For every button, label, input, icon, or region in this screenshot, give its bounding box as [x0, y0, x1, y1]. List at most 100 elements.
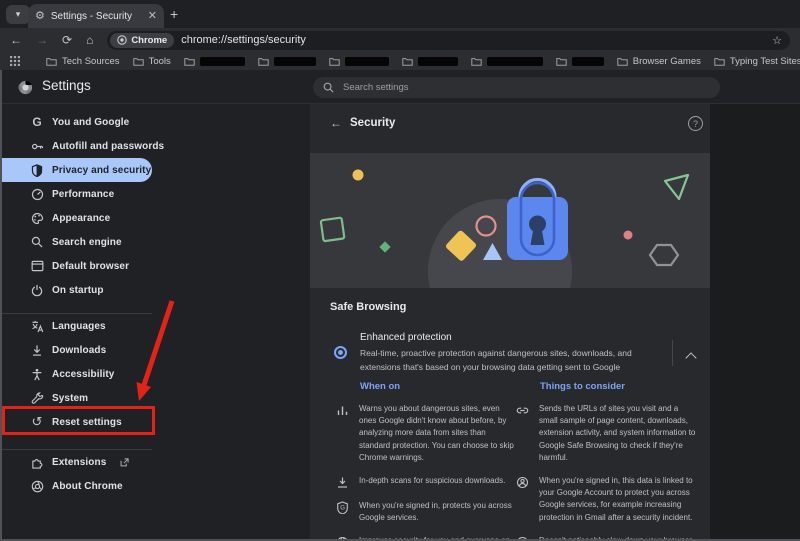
bookmark-folder[interactable]: Tools — [133, 56, 171, 67]
bookmark-folder-redacted[interactable] — [258, 57, 316, 66]
things-to-consider-column: Things to consider Sends the URLs of sit… — [516, 381, 708, 541]
browser-window-icon — [30, 259, 44, 273]
chrome-logo-icon — [18, 80, 33, 95]
sidebar-item-performance[interactable]: Performance — [0, 182, 152, 206]
chrome-logo-icon — [117, 35, 127, 45]
bookmark-folder[interactable]: Typing Test Sites — [714, 56, 800, 67]
collapse-chevron-icon[interactable] — [685, 352, 696, 363]
power-icon — [30, 283, 44, 297]
tab-strip: ▾ ⚙ Settings - Security ✕ + — [0, 0, 800, 28]
apps-grid-icon[interactable] — [10, 56, 20, 66]
chrome-chip[interactable]: Chrome — [110, 33, 174, 48]
page-background — [710, 104, 800, 541]
folder-icon — [329, 57, 340, 66]
chrome-logo-icon — [30, 479, 44, 493]
list-item: G When you're signed in, protects you ac… — [336, 500, 526, 524]
google-g-icon: G — [30, 115, 44, 129]
new-tab-button[interactable]: + — [170, 6, 178, 22]
security-illustration-banner — [310, 153, 710, 288]
reload-icon[interactable]: ⟳ — [62, 34, 72, 46]
folder-icon — [133, 57, 144, 66]
enhanced-protection-description: Real-time, proactive protection against … — [360, 346, 672, 374]
magnifier-icon — [30, 235, 44, 249]
security-page-header: ← Security ? — [310, 104, 710, 145]
tab-search-button[interactable]: ▾ — [6, 5, 30, 24]
folder-icon — [184, 57, 195, 66]
enhanced-protection-title: Enhanced protection — [360, 332, 452, 343]
folder-icon — [46, 57, 57, 66]
bookmarks-bar: Tech Sources Tools — [0, 52, 800, 70]
help-icon[interactable]: ? — [688, 116, 703, 131]
back-icon[interactable]: ← — [10, 34, 22, 46]
bookmark-folder[interactable]: Browser Games — [617, 56, 701, 67]
row-divider — [672, 340, 673, 366]
list-item: Warns you about dangerous sites, even on… — [336, 403, 526, 464]
url-text: chrome://settings/security — [181, 34, 765, 46]
settings-gear-favicon: ⚙ — [35, 11, 45, 22]
svg-text:G: G — [340, 506, 345, 512]
download-icon — [30, 343, 44, 357]
bookmark-folder-redacted[interactable] — [184, 57, 245, 66]
sidebar-item-accessibility[interactable]: Accessibility — [0, 362, 152, 386]
folder-icon — [402, 57, 413, 66]
translate-icon — [30, 319, 44, 333]
when-on-heading: When on — [360, 381, 526, 392]
chrome-chip-label: Chrome — [131, 35, 167, 46]
window-edge — [0, 70, 2, 541]
google-shield-icon: G — [336, 501, 349, 514]
home-icon[interactable]: ⌂ — [86, 34, 93, 46]
external-link-icon — [120, 458, 129, 467]
list-item: Sends the URLs of sites you visit and a … — [516, 403, 708, 464]
puzzle-icon — [30, 455, 44, 469]
security-title: Security — [350, 117, 395, 129]
enhanced-protection-radio[interactable] — [334, 346, 347, 359]
gauge-icon — [30, 187, 44, 201]
sidebar-item-appearance[interactable]: Appearance — [0, 206, 152, 230]
sidebar-item-autofill[interactable]: Autofill and passwords — [0, 134, 152, 158]
sidebar-item-privacy-and-security[interactable]: Privacy and security — [0, 158, 152, 182]
palette-icon — [30, 211, 44, 225]
folder-icon — [556, 57, 567, 66]
back-arrow-icon[interactable]: ← — [330, 116, 342, 130]
settings-sidebar: G You and Google Autofill and passwords … — [0, 104, 310, 541]
sidebar-item-system[interactable]: System — [0, 386, 152, 410]
wrench-icon — [30, 391, 44, 405]
sidebar-item-you-and-google[interactable]: G You and Google — [0, 110, 152, 134]
folder-icon — [471, 57, 482, 66]
sidebar-item-languages[interactable]: Languages — [0, 314, 152, 338]
sidebar-item-search-engine[interactable]: Search engine — [0, 230, 152, 254]
sidebar-item-reset-settings[interactable]: ↺ Reset settings — [0, 410, 152, 434]
things-to-consider-heading: Things to consider — [540, 381, 708, 392]
list-item: In-depth scans for suspicious downloads. — [336, 475, 526, 489]
sidebar-item-about-chrome[interactable]: About Chrome — [0, 474, 152, 498]
when-on-column: When on Warns you about dangerous sites,… — [336, 381, 526, 541]
list-item: When you're signed in, this data is link… — [516, 475, 708, 524]
settings-header: Settings — [0, 70, 800, 104]
search-icon — [323, 82, 334, 93]
tab-close-icon[interactable]: ✕ — [148, 11, 157, 22]
browser-toolbar: ← → ⟳ ⌂ Chrome chrome://settings/securit… — [0, 28, 800, 52]
sidebar-item-downloads[interactable]: Downloads — [0, 338, 152, 362]
folder-icon — [258, 57, 269, 66]
bookmark-folder-redacted[interactable] — [556, 57, 604, 66]
sidebar-item-extensions[interactable]: Extensions — [0, 450, 152, 474]
page-title: Settings — [42, 78, 91, 93]
bookmark-folder-redacted[interactable] — [402, 57, 458, 66]
bookmark-folder[interactable]: Tech Sources — [46, 56, 120, 67]
key-icon — [30, 139, 44, 153]
active-tab[interactable]: ⚙ Settings - Security ✕ — [28, 4, 164, 28]
bookmark-folder-redacted[interactable] — [471, 57, 543, 66]
folder-icon — [714, 57, 725, 66]
address-bar[interactable]: Chrome chrome://settings/security ☆ — [107, 31, 790, 50]
sidebar-item-on-startup[interactable]: On startup — [0, 278, 152, 302]
download-scan-icon — [336, 476, 349, 489]
settings-search[interactable] — [313, 77, 720, 98]
search-input[interactable] — [341, 81, 710, 94]
browser-window: ▾ ⚙ Settings - Security ✕ + ← → ⟳ ⌂ Chro… — [0, 0, 800, 541]
security-settings-card: ← Security ? — [310, 104, 710, 541]
link-icon — [516, 404, 529, 417]
sidebar-item-default-browser[interactable]: Default browser — [0, 254, 152, 278]
bookmark-folder-redacted[interactable] — [329, 57, 389, 66]
forward-icon[interactable]: → — [36, 34, 48, 46]
bookmark-star-icon[interactable]: ☆ — [772, 34, 782, 47]
